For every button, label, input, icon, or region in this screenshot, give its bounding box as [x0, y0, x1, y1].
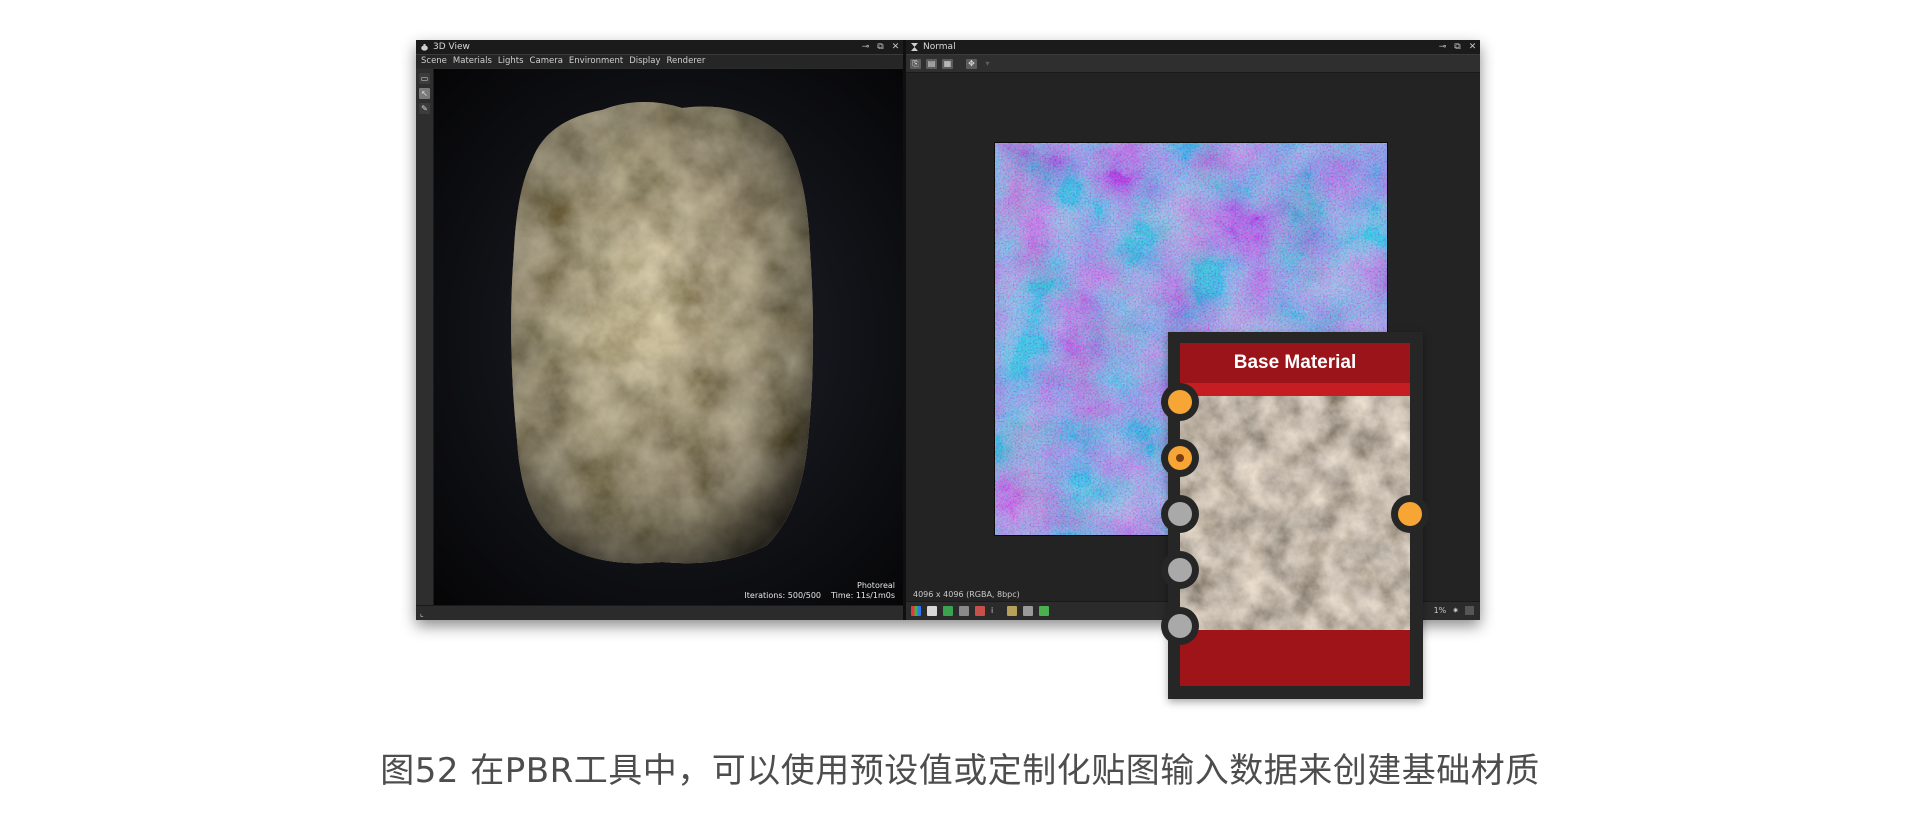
- uv-icon[interactable]: ▾: [982, 59, 993, 69]
- 3d-view-panel: 3D View ⊸ ⧉ ✕ Scene Materials Lights Cam…: [416, 40, 903, 620]
- port-dot: [1398, 502, 1422, 526]
- pin-icon[interactable]: ⊸: [1438, 40, 1447, 54]
- input-port-1[interactable]: [1161, 383, 1199, 421]
- teapot-icon: [421, 44, 428, 51]
- port-dot: [1168, 558, 1192, 582]
- pick-tool-icon[interactable]: ✎: [419, 103, 430, 114]
- time-readout: Time: 11s/1m0s: [831, 591, 895, 600]
- window-controls: ⊸ ⧉ ✕: [861, 40, 900, 54]
- pin-icon[interactable]: ⊸: [861, 40, 870, 54]
- node-title-strip: [1180, 383, 1410, 396]
- close-icon[interactable]: ✕: [891, 40, 900, 54]
- render-stats: Photoreal Iterations: 500/500 Time: 11s/…: [744, 581, 895, 601]
- node-preview-image: [1180, 396, 1410, 630]
- menu-camera[interactable]: Camera: [530, 55, 563, 68]
- zoom-controls: 1% ✷: [1434, 605, 1474, 617]
- normal-toolbar: ⎘ ▤ ▦ ✥ ▾: [906, 55, 1480, 73]
- grid-icon[interactable]: [959, 606, 969, 616]
- histogram-icon[interactable]: [1007, 606, 1017, 616]
- tile-icon[interactable]: [975, 606, 985, 616]
- resolution-info: 4096 x 4096 (RGBA, 8bpc): [913, 590, 1020, 599]
- close-icon[interactable]: ✕: [1468, 40, 1477, 54]
- select-tool-icon[interactable]: ↖: [419, 88, 430, 99]
- port-dot: [1168, 390, 1192, 414]
- normal-title: Normal: [923, 42, 956, 52]
- rgb-icon[interactable]: [927, 606, 937, 616]
- port-dot: [1168, 614, 1192, 638]
- render-viewport[interactable]: Photoreal Iterations: 500/500 Time: 11s/…: [434, 69, 903, 606]
- float-icon[interactable]: ⧉: [1453, 40, 1462, 54]
- zoom-readout: 1%: [1433, 606, 1447, 615]
- move-icon[interactable]: ✥: [966, 58, 977, 69]
- normal-titlebar: Normal ⊸ ⧉ ✕: [906, 40, 1480, 55]
- sun-icon[interactable]: ✷: [1452, 605, 1459, 617]
- color-picker-icon[interactable]: [1039, 606, 1049, 616]
- float-icon[interactable]: ⧉: [876, 40, 885, 54]
- menu-scene[interactable]: Scene: [421, 55, 447, 68]
- base-material-node[interactable]: Base Material: [1161, 332, 1429, 699]
- node-title: Base Material: [1180, 343, 1410, 383]
- hourglass-icon: [911, 43, 918, 51]
- save-icon[interactable]: ▤: [926, 58, 937, 69]
- window-controls: ⊸ ⧉ ✕: [1438, 40, 1477, 54]
- camera-tool-icon[interactable]: ▭: [419, 73, 430, 84]
- menu-environment[interactable]: Environment: [569, 55, 623, 68]
- input-port-4[interactable]: [1161, 551, 1199, 589]
- port-dot: [1168, 502, 1192, 526]
- channels-icon[interactable]: [911, 606, 921, 616]
- figure-caption: 图52 在PBR工具中，可以使用预设值或定制化贴图输入数据来创建基础材质: [380, 751, 1540, 791]
- green-channel-icon[interactable]: [943, 606, 953, 616]
- fit-icon[interactable]: [1465, 606, 1474, 615]
- axis-icon[interactable]: ⌞: [420, 607, 424, 621]
- port-dot: [1168, 446, 1192, 470]
- menu-display[interactable]: Display: [629, 55, 660, 68]
- input-port-3[interactable]: [1161, 495, 1199, 533]
- info-icon[interactable]: i: [991, 606, 1001, 616]
- node-footer: [1180, 630, 1410, 686]
- copy-icon[interactable]: ⎘: [910, 58, 921, 69]
- menu-materials[interactable]: Materials: [453, 55, 492, 68]
- 3d-view-title: 3D View: [433, 42, 470, 52]
- menu-renderer[interactable]: Renderer: [667, 55, 706, 68]
- image-icon[interactable]: ▦: [942, 58, 953, 69]
- 3d-view-menubar: Scene Materials Lights Camera Environmen…: [416, 55, 903, 68]
- input-port-2[interactable]: [1161, 439, 1199, 477]
- menu-lights[interactable]: Lights: [498, 55, 524, 68]
- render-mode-label: Photoreal: [857, 581, 895, 590]
- input-port-5[interactable]: [1161, 607, 1199, 645]
- rock-cylinder-render: [511, 101, 814, 564]
- compare-icon[interactable]: [1023, 606, 1033, 616]
- 3d-view-titlebar: 3D View ⊸ ⧉ ✕: [416, 40, 903, 55]
- iterations-readout: Iterations: 500/500: [744, 591, 821, 600]
- viewport-toolbar: ▭ ↖ ✎: [416, 69, 434, 606]
- output-port[interactable]: [1391, 495, 1429, 533]
- 3d-view-statusbar: ⌞: [416, 605, 903, 620]
